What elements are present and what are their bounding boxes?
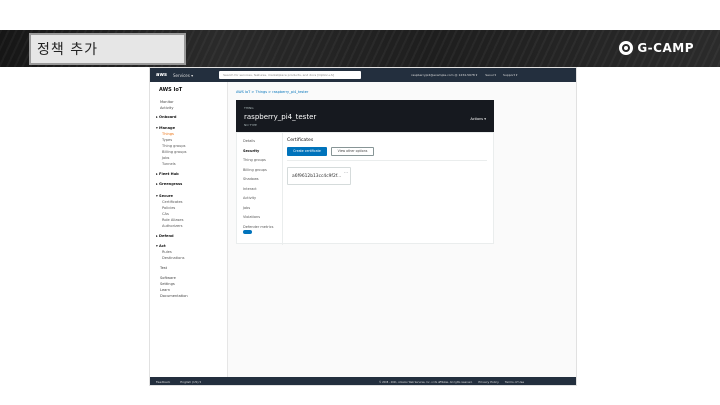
sidebar-item[interactable]: Jobs [162,156,169,160]
search-shortcut: [Option+S] [317,73,334,77]
sidebar-item[interactable]: Types [162,138,172,142]
console-main: AWS IoT > Things > raspberry_pi4_tester … [236,90,494,250]
sidebar-item[interactable]: Software [160,276,176,280]
thing-header: THING raspberry_pi4_tester NO TYPE Actio… [236,100,494,132]
sidebar-item[interactable]: ▾ Act [156,244,166,248]
console-screenshot: aws Services ▾ Search for services, feat… [149,67,577,386]
more-options-icon[interactable]: … [344,169,348,174]
sidebar-item[interactable]: Policies [162,206,175,210]
sidebar-item[interactable]: Role Aliases [162,218,184,222]
sidebar-item[interactable]: ▸ Defend [156,234,174,238]
gear-logo-icon [619,41,634,55]
console-footer: Feedback English (US) ▾ © 2008 - 2021, A… [150,377,576,385]
sidebar-item[interactable]: ▾ Secure [156,194,173,198]
copyright: © 2008 - 2021, Amazon Web Services, Inc.… [378,380,473,384]
support-menu[interactable]: Support ▾ [503,73,517,77]
slide-title: 정책 추가 [37,42,98,58]
brand-text: G-CAMP [637,41,694,55]
divider [287,160,487,161]
thing-name: raspberry_pi4_tester [244,113,317,121]
sidebar-item[interactable]: Settings [160,282,175,286]
privacy-link[interactable]: Privacy Policy [478,380,498,384]
console-sidebar: AWS IoT Monitor Activity ▸ Onboard ▾ Manage… [150,82,228,377]
sidebar-item[interactable]: ▸ Onboard [156,115,176,119]
sidebar-item[interactable]: Authorizers [162,224,183,228]
view-other-options-button[interactable]: View other options [331,147,374,156]
thing-label: THING [244,106,254,110]
slide-title-box: 정책 추가 [29,33,186,65]
sidebar-item[interactable]: Test [160,266,167,270]
thing-tabs: Details Security Thing groups Billing group… [237,133,283,245]
sidebar-item[interactable]: ▾ Manage [156,126,175,130]
sidebar-item[interactable]: Destinations [162,256,185,260]
breadcrumb[interactable]: AWS IoT > Things > raspberry_pi4_tester [236,90,494,94]
pane-title: Certificates [287,138,314,143]
brand-logo: G-CAMP [619,41,694,55]
sidebar-item[interactable]: ▸ Greengrass [156,182,182,186]
tab-item[interactable]: Billing groups [243,168,267,172]
sidebar-item[interactable]: Rules [162,250,172,254]
sidebar-item[interactable]: Monitor [160,100,174,104]
sidebar-item[interactable]: Thing groups [162,144,185,148]
tab-item[interactable]: Shadows [243,177,259,181]
tab-item[interactable]: Defender metrics [243,225,273,229]
sidebar-item[interactable]: CAs [162,212,169,216]
terms-link[interactable]: Terms of Use [505,380,524,384]
account-menu[interactable]: raspberrypi4@example.com @ 1234-5678 ▾ [411,73,477,77]
thing-detail-card: Details Security Thing groups Billing group… [236,132,494,245]
tab-item[interactable]: Jobs [243,206,250,210]
tab-item[interactable]: Details [243,139,255,143]
sidebar-title: AWS IoT [159,87,183,93]
certificate-id: a6f9612b13cc4c9f2f... [292,174,342,179]
console-top-nav: aws Services ▾ Search for services, feat… [150,68,576,82]
sidebar-item[interactable]: Things [162,132,174,136]
certificate-card[interactable]: a6f9612b13cc4c9f2f... … [287,167,351,185]
services-menu[interactable]: Services ▾ [173,73,193,78]
tab-item[interactable]: Security [243,149,259,153]
sidebar-item[interactable]: Documentation [160,294,188,298]
sidebar-item[interactable]: Tunnels [162,162,176,166]
sidebar-item[interactable]: ▸ Fleet Hub [156,172,179,176]
tab-item[interactable]: Activity [243,196,256,200]
sidebar-item[interactable]: Certificates [162,200,183,204]
search-placeholder: Search for services, features, marketpla… [223,73,317,77]
actions-menu[interactable]: Actions ▾ [470,117,486,121]
aws-logo[interactable]: aws [156,72,167,78]
language-menu[interactable]: English (US) ▾ [180,380,201,384]
region-menu[interactable]: Seoul ▾ [485,73,496,77]
feedback-link[interactable]: Feedback [156,380,170,384]
tab-item[interactable]: Violations [243,215,260,219]
sidebar-item[interactable]: Learn [160,288,170,292]
toggle-switch[interactable] [243,230,252,234]
thing-type: NO TYPE [244,123,257,127]
console-search-input[interactable]: Search for services, features, marketpla… [219,71,362,79]
sidebar-item[interactable]: Activity [160,106,173,110]
sidebar-item[interactable]: Billing groups [162,150,186,154]
tab-item[interactable]: Interact [243,187,257,191]
tab-item[interactable]: Thing groups [243,158,266,162]
slide: 정책 추가 G-CAMP aws Services ▾ Search for s… [0,0,720,405]
create-certificate-button[interactable]: Create certificate [287,147,327,156]
